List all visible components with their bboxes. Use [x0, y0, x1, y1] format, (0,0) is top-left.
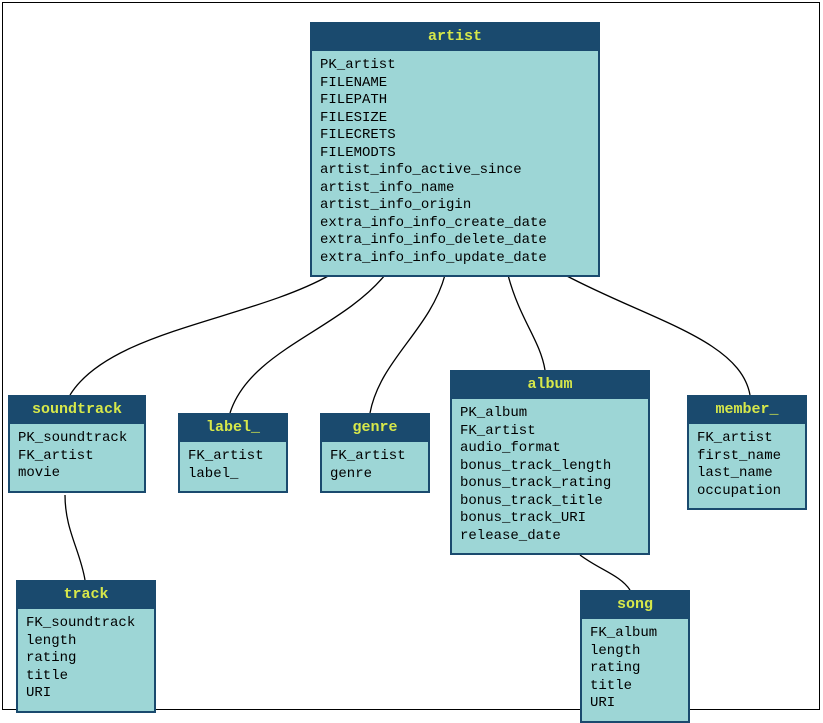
entity-album-fields: PK_album FK_artist audio_format bonus_tr… — [452, 399, 648, 553]
field: occupation — [697, 483, 797, 501]
field: title — [26, 668, 146, 686]
entity-soundtrack-title: soundtrack — [10, 397, 144, 424]
field: FK_soundtrack — [26, 615, 146, 633]
field: FK_artist — [330, 448, 420, 466]
entity-member-title: member_ — [689, 397, 805, 424]
field: FK_album — [590, 625, 680, 643]
field: FK_artist — [18, 448, 136, 466]
entity-album-title: album — [452, 372, 648, 399]
entity-soundtrack: soundtrack PK_soundtrack FK_artist movie — [8, 395, 146, 493]
entity-label: label_ FK_artist label_ — [178, 413, 288, 493]
entity-song: song FK_album length rating title URI — [580, 590, 690, 723]
entity-genre: genre FK_artist genre — [320, 413, 430, 493]
field: first_name — [697, 448, 797, 466]
field: rating — [26, 650, 146, 668]
field: length — [26, 633, 146, 651]
entity-track-fields: FK_soundtrack length rating title URI — [18, 609, 154, 711]
field: URI — [590, 695, 680, 713]
field: FK_artist — [697, 430, 797, 448]
field: FK_artist — [460, 423, 640, 441]
field: PK_soundtrack — [18, 430, 136, 448]
entity-song-title: song — [582, 592, 688, 619]
entity-artist-title: artist — [312, 24, 598, 51]
field: rating — [590, 660, 680, 678]
field: extra_info_info_create_date — [320, 215, 590, 233]
field: bonus_track_title — [460, 493, 640, 511]
field: FILEMODTS — [320, 145, 590, 163]
field: FILEPATH — [320, 92, 590, 110]
entity-artist-fields: PK_artist FILENAME FILEPATH FILESIZE FIL… — [312, 51, 598, 275]
field: bonus_track_length — [460, 458, 640, 476]
entity-label-fields: FK_artist label_ — [180, 442, 286, 491]
field: bonus_track_URI — [460, 510, 640, 528]
entity-member-fields: FK_artist first_name last_name occupatio… — [689, 424, 805, 508]
entity-track-title: track — [18, 582, 154, 609]
entity-genre-fields: FK_artist genre — [322, 442, 428, 491]
field: FILENAME — [320, 75, 590, 93]
field: audio_format — [460, 440, 640, 458]
entity-soundtrack-fields: PK_soundtrack FK_artist movie — [10, 424, 144, 491]
field: bonus_track_rating — [460, 475, 640, 493]
field: last_name — [697, 465, 797, 483]
field: extra_info_info_update_date — [320, 250, 590, 268]
entity-member: member_ FK_artist first_name last_name o… — [687, 395, 807, 510]
field: length — [590, 643, 680, 661]
entity-artist: artist PK_artist FILENAME FILEPATH FILES… — [310, 22, 600, 277]
field: movie — [18, 465, 136, 483]
field: genre — [330, 466, 420, 484]
field: PK_album — [460, 405, 640, 423]
entity-label-title: label_ — [180, 415, 286, 442]
field: label_ — [188, 466, 278, 484]
field: title — [590, 678, 680, 696]
field: FILECRETS — [320, 127, 590, 145]
field: PK_artist — [320, 57, 590, 75]
entity-song-fields: FK_album length rating title URI — [582, 619, 688, 721]
entity-track: track FK_soundtrack length rating title … — [16, 580, 156, 713]
field: artist_info_active_since — [320, 162, 590, 180]
entity-album: album PK_album FK_artist audio_format bo… — [450, 370, 650, 555]
field: artist_info_name — [320, 180, 590, 198]
entity-genre-title: genre — [322, 415, 428, 442]
field: FILESIZE — [320, 110, 590, 128]
field: URI — [26, 685, 146, 703]
field: artist_info_origin — [320, 197, 590, 215]
field: FK_artist — [188, 448, 278, 466]
field: extra_info_info_delete_date — [320, 232, 590, 250]
field: release_date — [460, 528, 640, 546]
